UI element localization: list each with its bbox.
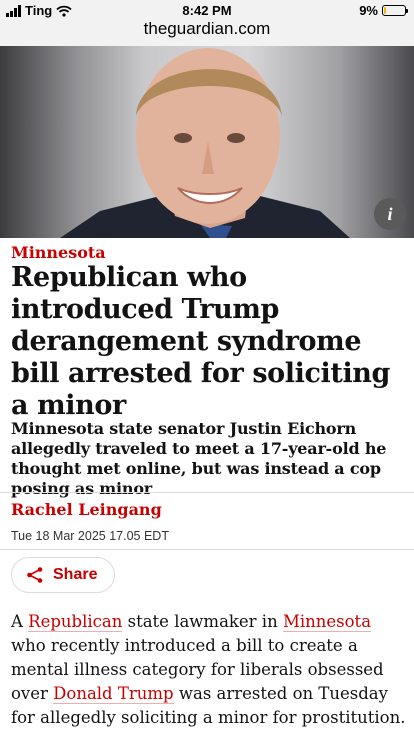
- share-icon: [27, 567, 43, 583]
- battery-fill: [384, 7, 386, 14]
- section-kicker[interactable]: Minnesota: [11, 243, 106, 262]
- hero-image: i: [0, 46, 414, 238]
- standfirst: Minnesota state senator Justin Eichorn a…: [11, 419, 387, 498]
- info-icon[interactable]: i: [374, 198, 406, 230]
- body-paragraph: A Republican state lawmaker in Minnesota…: [11, 610, 407, 730]
- author-link[interactable]: Rachel Leingang: [11, 500, 162, 519]
- link-donald-trump[interactable]: Donald Trump: [53, 684, 174, 704]
- battery-group: 9%: [359, 3, 408, 18]
- share-button[interactable]: Share: [11, 557, 115, 593]
- headline: Republican who introduced Trump derangem…: [11, 262, 391, 421]
- address-bar[interactable]: theguardian.com: [0, 20, 414, 46]
- link-republican[interactable]: Republican: [28, 612, 123, 632]
- body-text-segment: A: [11, 612, 29, 631]
- share-label: Share: [53, 566, 98, 583]
- divider: [0, 549, 414, 550]
- divider: [0, 492, 414, 493]
- clock: 8:42 PM: [182, 3, 232, 18]
- battery-percent: 9%: [359, 3, 378, 18]
- body-text-segment: state lawmaker in: [122, 612, 283, 631]
- portrait-photo: [60, 48, 350, 238]
- publish-date: Tue 18 Mar 2025 17.05 EDT: [11, 529, 169, 543]
- link-minnesota[interactable]: Minnesota: [282, 612, 372, 632]
- battery-icon: [382, 5, 408, 16]
